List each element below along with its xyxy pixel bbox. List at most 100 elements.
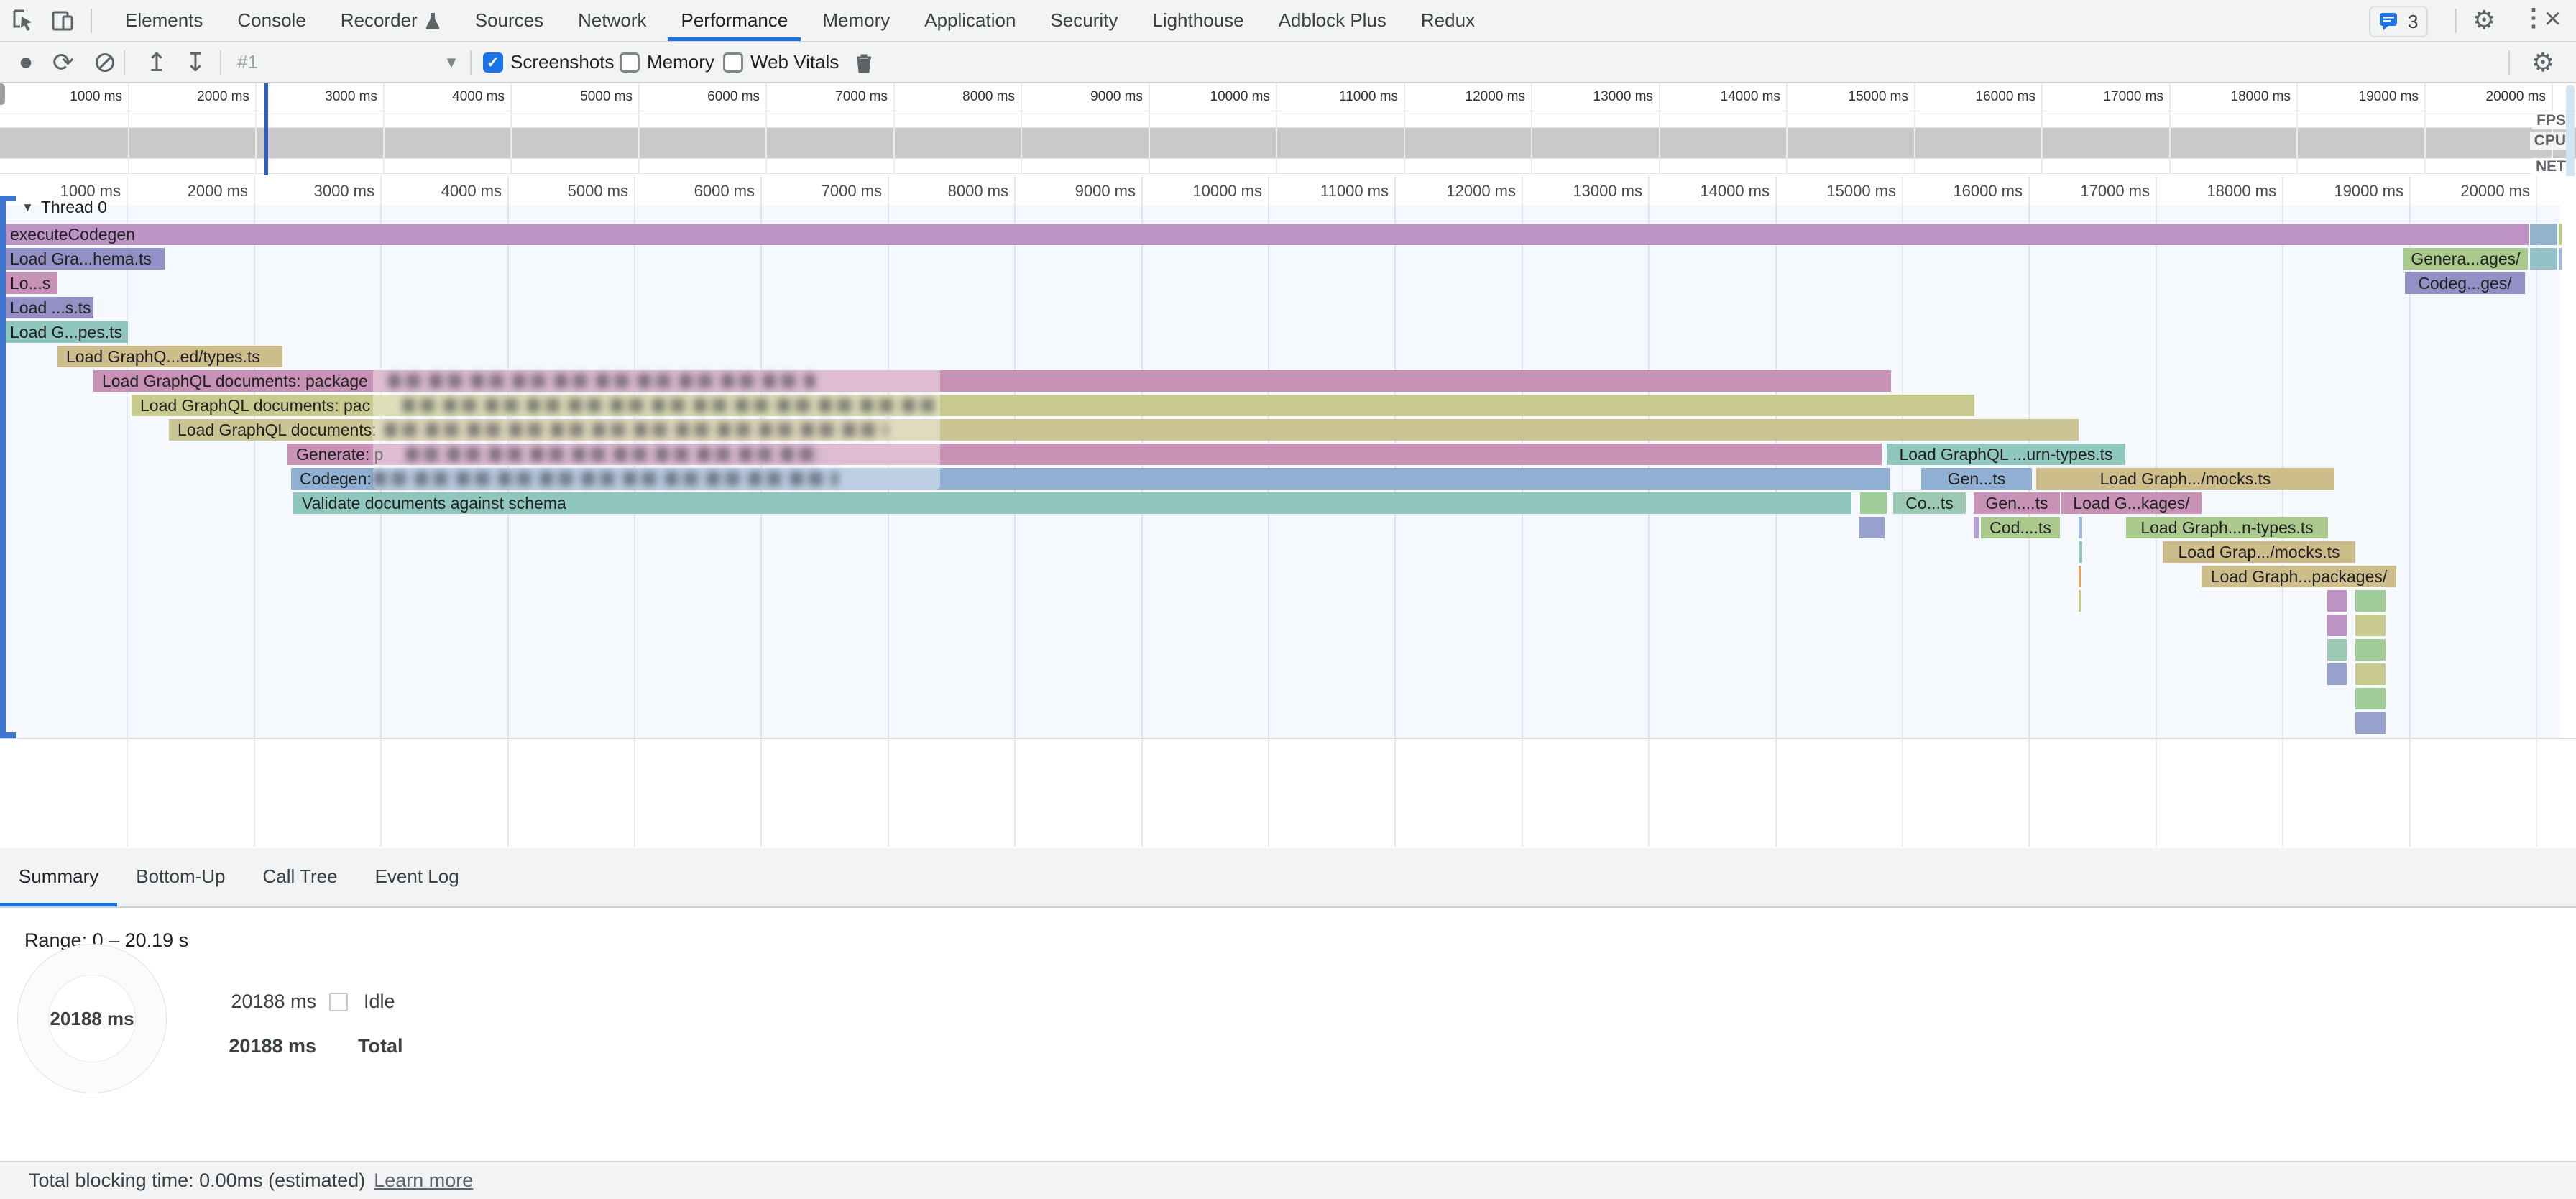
flame-block[interactable] xyxy=(2530,248,2557,270)
tab-network[interactable]: Network xyxy=(561,0,663,41)
thread-header[interactable]: ▼ Thread 0 xyxy=(22,198,107,217)
device-toolbar-icon[interactable] xyxy=(50,8,75,32)
summary-donut-chart: 20188 ms xyxy=(17,944,167,1093)
tab-adblock-plus[interactable]: Adblock Plus xyxy=(1261,0,1404,41)
memory-checkbox[interactable]: Memory xyxy=(620,42,714,82)
details-tab-event-log[interactable]: Event Log xyxy=(356,848,478,906)
tab-security[interactable]: Security xyxy=(1033,0,1135,41)
clear-icon[interactable] xyxy=(91,42,119,82)
flame-bar[interactable]: Load Grap.../mocks.ts xyxy=(2163,541,2355,563)
flame-block[interactable] xyxy=(2559,248,2562,270)
load-profile-icon[interactable]: ↥ xyxy=(141,42,172,82)
flame-bar[interactable]: Load GraphQL documents: package xyxy=(93,370,1891,392)
flame-block[interactable] xyxy=(2079,590,2081,612)
details-tab-call-tree[interactable]: Call Tree xyxy=(244,848,356,906)
flame-bar[interactable]: Load ...s.ts xyxy=(1,297,93,318)
flame-block[interactable] xyxy=(2355,590,2386,612)
delete-profile-icon[interactable] xyxy=(848,42,880,82)
flame-bar[interactable]: Load G...kages/ xyxy=(2061,492,2202,514)
tab-memory[interactable]: Memory xyxy=(805,0,907,41)
flame-block[interactable] xyxy=(2079,517,2082,538)
flame-block[interactable] xyxy=(2327,639,2347,661)
flame-block[interactable] xyxy=(1860,492,1887,514)
flame-block[interactable] xyxy=(2355,663,2386,685)
lane-label-cpu: CPU xyxy=(2530,132,2570,150)
divider xyxy=(470,50,472,75)
flame-bar[interactable]: executeCodegen xyxy=(1,224,2529,245)
lane-label-fps: FPS xyxy=(2532,112,2570,129)
web-vitals-checkbox[interactable]: Web Vitals xyxy=(723,42,839,82)
details-tab-summary[interactable]: Summary xyxy=(0,848,117,906)
flame-bar[interactable]: Load Graph.../mocks.ts xyxy=(2036,468,2334,490)
settings-gear-icon[interactable]: ⚙ xyxy=(2472,7,2496,33)
devtools-window: ElementsConsoleRecorderSourcesNetworkPer… xyxy=(0,0,2576,1199)
flame-block[interactable] xyxy=(1859,517,1885,538)
summary-panel: Range: 0 – 20.19 s 20188 ms 20188 msIdle… xyxy=(0,908,2576,1161)
legend-value: 20188 ms xyxy=(201,991,316,1013)
flame-bar[interactable]: Codeg...ges/ xyxy=(2405,272,2525,294)
flame-block[interactable] xyxy=(2530,224,2557,245)
details-tab-bottom-up[interactable]: Bottom-Up xyxy=(117,848,244,906)
flame-block[interactable] xyxy=(2355,712,2386,734)
performance-toolbar: ● ⟳ ↥ ↧ #1 ▼ ✓ Screenshots Memory Web Vi… xyxy=(0,42,2576,83)
flame-block[interactable] xyxy=(2327,663,2347,685)
close-devtools-icon[interactable]: × xyxy=(2544,4,2561,33)
statusbar: Total blocking time: 0.00ms (estimated) … xyxy=(0,1161,2576,1199)
flame-block[interactable] xyxy=(2079,541,2082,563)
profile-select[interactable]: #1 xyxy=(237,42,295,82)
flame-bar[interactable]: Co...ts xyxy=(1893,492,1966,514)
flame-bar[interactable]: Genera...ages/ xyxy=(2404,248,2528,270)
divider xyxy=(91,9,92,33)
flame-bar[interactable]: Load GraphQ...ed/types.ts xyxy=(58,346,282,367)
reload-and-record-icon[interactable]: ⟳ xyxy=(49,42,78,82)
devtools-tabbar: ElementsConsoleRecorderSourcesNetworkPer… xyxy=(0,0,2576,42)
divider xyxy=(124,50,125,75)
overview-scrollbar-thumb[interactable] xyxy=(2566,85,2575,185)
timeline-overview[interactable]: 1000 ms2000 ms3000 ms4000 ms5000 ms6000 … xyxy=(0,83,2576,176)
flame-chart[interactable]: 1000 ms2000 ms3000 ms4000 ms5000 ms6000 … xyxy=(0,176,2576,847)
save-profile-icon[interactable]: ↧ xyxy=(180,42,211,82)
flame-bar[interactable]: Load Graph...n-types.ts xyxy=(2126,517,2328,538)
tab-performance[interactable]: Performance xyxy=(663,0,805,41)
flame-bar[interactable]: Load G...pes.ts xyxy=(1,321,128,343)
panel-tabs: ElementsConsoleRecorderSourcesNetworkPer… xyxy=(108,0,1492,41)
flame-bar[interactable]: Gen....ts xyxy=(1974,492,2060,514)
flame-block[interactable] xyxy=(2355,639,2386,661)
profile-select-arrow-icon[interactable]: ▼ xyxy=(437,42,466,82)
inspect-element-icon[interactable] xyxy=(12,8,36,32)
tab-console[interactable]: Console xyxy=(220,0,323,41)
scroll-gutter xyxy=(2560,176,2576,847)
capture-settings-gear-icon[interactable]: ⚙ xyxy=(2527,42,2559,82)
tab-application[interactable]: Application xyxy=(907,0,1033,41)
selection-bracket-bottom xyxy=(0,732,16,738)
tab-elements[interactable]: Elements xyxy=(108,0,220,41)
flame-block[interactable] xyxy=(2079,566,2082,587)
flame-bar[interactable]: Load GraphQL ...urn-types.ts xyxy=(1887,444,2125,465)
collapse-triangle-icon: ▼ xyxy=(22,201,34,215)
legend-swatch-idle xyxy=(329,993,348,1011)
flame-block[interactable] xyxy=(1974,517,1979,538)
tab-recorder[interactable]: Recorder xyxy=(323,0,458,41)
screenshots-checkbox[interactable]: ✓ Screenshots xyxy=(483,42,615,82)
flame-bar[interactable]: Lo...s xyxy=(1,272,58,294)
track-bottom-border xyxy=(0,738,2576,739)
memory-label: Memory xyxy=(647,51,714,73)
flame-bar[interactable]: Validate documents against schema xyxy=(293,492,1852,514)
kebab-menu-icon[interactable]: ⋮ xyxy=(2521,6,2546,30)
flame-block[interactable] xyxy=(2327,590,2347,612)
flame-block[interactable] xyxy=(2355,615,2386,636)
flame-bar[interactable]: Load Gra...hema.ts xyxy=(1,248,165,270)
issues-badge[interactable]: 3 xyxy=(2369,6,2428,37)
flame-bar[interactable]: Cod....ts xyxy=(1981,517,2060,538)
record-icon[interactable]: ● xyxy=(12,42,40,82)
tab-lighthouse[interactable]: Lighthouse xyxy=(1135,0,1261,41)
flame-bar[interactable]: Load Graph...packages/ xyxy=(2202,566,2396,587)
flame-bar[interactable]: Gen...ts xyxy=(1921,468,2032,490)
tab-sources[interactable]: Sources xyxy=(458,0,561,41)
flame-block[interactable] xyxy=(2355,688,2386,709)
learn-more-link[interactable]: Learn more xyxy=(374,1170,473,1192)
tab-redux[interactable]: Redux xyxy=(1404,0,1492,41)
flame-block[interactable] xyxy=(2327,615,2347,636)
web-vitals-label: Web Vitals xyxy=(750,51,839,73)
flame-block[interactable] xyxy=(2559,224,2562,245)
